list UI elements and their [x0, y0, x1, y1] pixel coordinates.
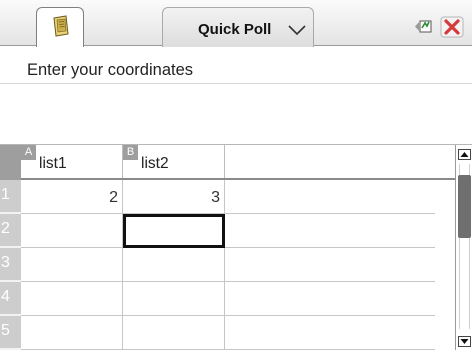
cell-b4[interactable]	[123, 282, 225, 316]
column-letter: B	[123, 145, 138, 160]
column-header-row: A list1 B list2	[21, 145, 455, 180]
cell-c5[interactable]	[225, 316, 435, 350]
question-panel: Enter your coordinates	[0, 47, 472, 145]
cell-a4[interactable]	[21, 282, 123, 316]
cell-c3[interactable]	[225, 248, 435, 282]
cell-a2[interactable]	[21, 214, 123, 248]
cell-c2[interactable]	[225, 214, 435, 248]
row-number[interactable]: 3	[0, 248, 21, 282]
column-name: list2	[141, 155, 169, 172]
vertical-scrollbar[interactable]	[455, 145, 472, 350]
row-number[interactable]: 4	[0, 282, 21, 316]
question-prompt: Enter your coordinates	[27, 61, 194, 79]
cell-c1[interactable]	[225, 180, 435, 214]
document-icon	[53, 15, 69, 37]
scroll-thumb[interactable]	[458, 175, 471, 238]
cell-b1[interactable]: 3	[123, 180, 225, 214]
close-icon[interactable]	[440, 16, 464, 38]
cell-a3[interactable]	[21, 248, 123, 282]
cell-b3[interactable]	[123, 248, 225, 282]
question-row: Enter your coordinates	[0, 47, 472, 84]
row-number[interactable]: 1	[0, 180, 21, 214]
column-letter: A	[21, 145, 36, 160]
scroll-down-arrow-icon[interactable]	[458, 336, 471, 347]
quick-poll-tab-label: Quick Poll	[198, 21, 272, 38]
table-row: 1 2 3	[0, 180, 455, 214]
column-header-list2[interactable]: B list2	[123, 145, 225, 178]
sheet-corner	[0, 145, 21, 180]
lists-spreadsheet: A list1 B list2 1 2 3 2 3 4 5	[0, 145, 472, 350]
column-header-empty[interactable]	[225, 145, 455, 178]
chevron-down-icon[interactable]	[288, 25, 306, 35]
cell-a1[interactable]: 2	[21, 180, 123, 214]
table-row: 2	[0, 214, 455, 248]
table-row: 5	[0, 316, 455, 350]
title-bar: Quick Poll	[0, 0, 472, 47]
cell-b2-selected[interactable]	[123, 214, 225, 248]
column-name: list1	[39, 155, 67, 172]
table-row: 4	[0, 282, 455, 316]
connectivity-icon	[415, 20, 432, 33]
cell-b5[interactable]	[123, 316, 225, 350]
document-tab[interactable]	[36, 7, 84, 47]
row-number[interactable]: 2	[0, 214, 21, 248]
column-header-list1[interactable]: A list1	[21, 145, 123, 178]
quick-poll-tab[interactable]: Quick Poll	[162, 7, 314, 47]
table-row: 3	[0, 248, 455, 282]
scroll-up-arrow-icon[interactable]	[458, 149, 471, 160]
cell-c4[interactable]	[225, 282, 435, 316]
row-number[interactable]: 5	[0, 316, 21, 350]
cell-a5[interactable]	[21, 316, 123, 350]
